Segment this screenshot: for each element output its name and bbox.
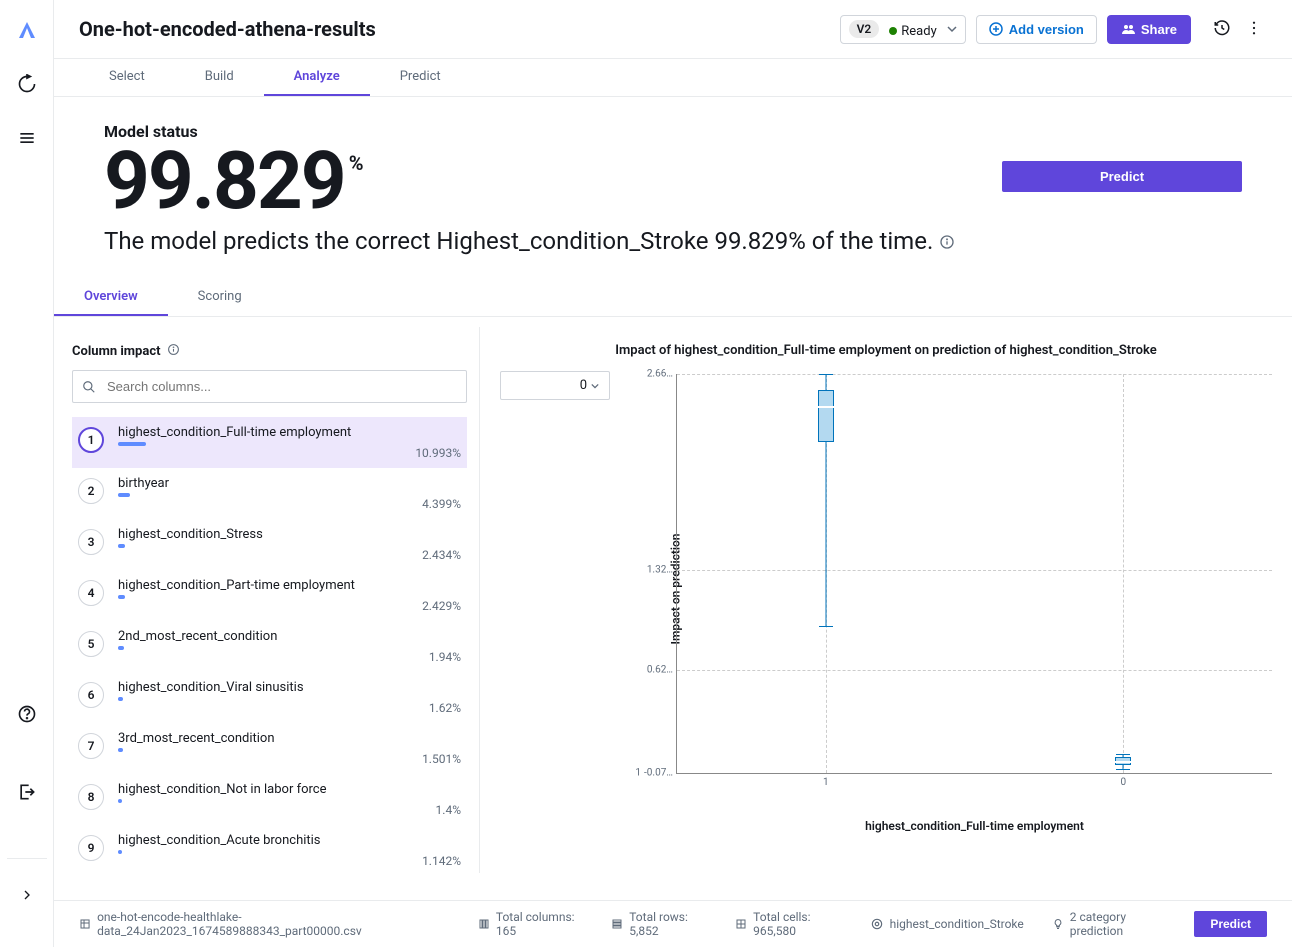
- sub-tab-overview[interactable]: Overview: [54, 279, 168, 316]
- page-title: One-hot-encoded-athena-results: [79, 17, 840, 41]
- impact-name: highest_condition_Not in labor force: [118, 782, 461, 797]
- impact-item[interactable]: 6 highest_condition_Viral sinusitis 1.62%: [72, 672, 467, 723]
- impact-pct: 1.142%: [118, 854, 461, 868]
- column-impact-title: Column impact: [72, 344, 161, 359]
- more-icon[interactable]: [1241, 15, 1267, 44]
- app-logo[interactable]: [15, 18, 39, 42]
- plus-circle-icon: [989, 22, 1003, 36]
- impact-name: highest_condition_Stress: [118, 527, 461, 542]
- accuracy-description: The model predicts the correct Highest_c…: [104, 225, 1004, 259]
- chart-plot: 2.66… 1.32… 0.62… -0.07… 1 1 0: [676, 374, 1272, 774]
- add-version-button[interactable]: Add version: [976, 15, 1097, 44]
- exit-icon[interactable]: [15, 780, 39, 804]
- footer-predict-button[interactable]: Predict: [1194, 911, 1267, 937]
- status-text: Ready: [901, 24, 936, 39]
- impact-rank: 7: [78, 733, 104, 759]
- chart-title: Impact of highest_condition_Full-time em…: [500, 343, 1272, 358]
- impact-pct: 4.399%: [118, 497, 461, 511]
- table-icon: [79, 917, 91, 931]
- impact-rank: 8: [78, 784, 104, 810]
- rows-icon: [611, 917, 623, 931]
- info-icon[interactable]: [939, 226, 955, 260]
- tab-predict[interactable]: Predict: [370, 59, 471, 96]
- impact-item[interactable]: 1 highest_condition_Full-time employment 1…: [72, 417, 467, 468]
- tab-analyze[interactable]: Analyze: [264, 59, 370, 96]
- share-button[interactable]: Share: [1107, 15, 1191, 44]
- list-icon[interactable]: [15, 126, 39, 150]
- impact-name: 3rd_most_recent_condition: [118, 731, 461, 746]
- impact-item[interactable]: 4 highest_condition_Part-time employment 2…: [72, 570, 467, 621]
- bulb-icon: [1052, 917, 1064, 931]
- columns-icon: [478, 917, 490, 931]
- footer-file: one-hot-encode-healthlake-data_24Jan2023…: [79, 910, 450, 938]
- x-axis-label: highest_condition_Full-time employment: [865, 819, 1084, 833]
- help-icon[interactable]: [15, 702, 39, 726]
- impact-name: highest_condition_Part-time employment: [118, 578, 461, 593]
- impact-item[interactable]: 8 highest_condition_Not in labor force 1.4…: [72, 774, 467, 825]
- history-icon[interactable]: [1209, 15, 1235, 44]
- tab-build[interactable]: Build: [175, 59, 264, 96]
- impact-pct: 1.62%: [118, 701, 461, 715]
- impact-item[interactable]: 2 birthyear 4.399%: [72, 468, 467, 519]
- search-icon: [82, 379, 96, 398]
- accuracy-unit: %: [349, 151, 364, 175]
- impact-name: highest_condition_Viral sinusitis: [118, 680, 461, 695]
- impact-rank: 2: [78, 478, 104, 504]
- impact-item[interactable]: 5 2nd_most_recent_condition 1.94%: [72, 621, 467, 672]
- footer-target: highest_condition_Stroke: [870, 917, 1024, 931]
- impact-pct: 2.434%: [118, 548, 461, 562]
- impact-rank: 9: [78, 835, 104, 861]
- impact-item[interactable]: 9 highest_condition_Acute bronchitis 1.142…: [72, 825, 467, 873]
- version-selector[interactable]: V2 Ready: [840, 15, 966, 44]
- version-badge: V2: [849, 20, 880, 38]
- sub-tab-scoring[interactable]: Scoring: [168, 279, 272, 316]
- search-input[interactable]: [72, 370, 467, 403]
- predict-button[interactable]: Predict: [1002, 161, 1242, 192]
- impact-pct: 10.993%: [118, 446, 461, 460]
- impact-item[interactable]: 3 highest_condition_Stress 2.434%: [72, 519, 467, 570]
- chevron-down-icon: [947, 24, 957, 34]
- footer-rows: Total rows: 5,852: [611, 910, 707, 938]
- impact-rank: 3: [78, 529, 104, 555]
- chart-filter-dropdown[interactable]: 0: [500, 371, 610, 400]
- impact-rank: 4: [78, 580, 104, 606]
- people-icon: [1121, 22, 1135, 36]
- footer-cells: Total cells: 965,580: [735, 910, 841, 938]
- chevron-down-icon: [591, 382, 599, 390]
- impact-item[interactable]: 7 3rd_most_recent_condition 1.501%: [72, 723, 467, 774]
- grid-icon: [735, 917, 747, 931]
- impact-name: highest_condition_Full-time employment: [118, 425, 461, 440]
- impact-pct: 2.429%: [118, 599, 461, 613]
- impact-rank: 1: [78, 427, 104, 453]
- impact-name: highest_condition_Acute bronchitis: [118, 833, 461, 848]
- status-dot: [889, 27, 897, 35]
- footer-category: 2 category prediction: [1052, 910, 1167, 938]
- impact-pct: 1.94%: [118, 650, 461, 664]
- impact-pct: 1.501%: [118, 752, 461, 766]
- info-icon[interactable]: [167, 343, 180, 360]
- tab-select[interactable]: Select: [79, 59, 175, 96]
- refresh-icon[interactable]: [15, 72, 39, 96]
- footer-cols: Total columns: 165: [478, 910, 583, 938]
- target-icon: [870, 917, 884, 931]
- impact-name: 2nd_most_recent_condition: [118, 629, 461, 644]
- accuracy-value: 99.829: [104, 141, 345, 221]
- expand-icon[interactable]: [15, 883, 39, 907]
- impact-name: birthyear: [118, 476, 461, 491]
- impact-rank: 5: [78, 631, 104, 657]
- impact-rank: 6: [78, 682, 104, 708]
- impact-pct: 1.4%: [118, 803, 461, 817]
